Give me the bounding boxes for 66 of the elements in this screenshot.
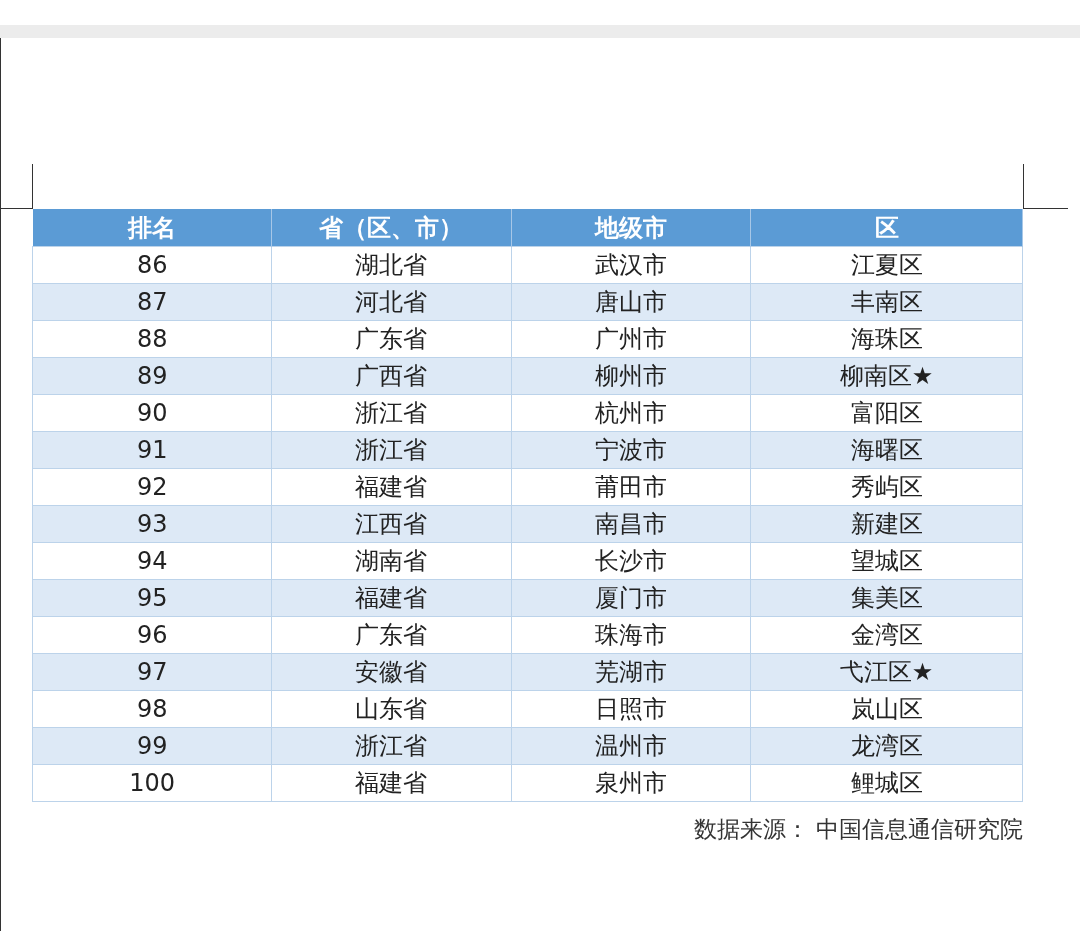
table-cell: 95 — [32, 579, 272, 617]
table-cell: 望城区 — [750, 542, 1023, 580]
table-cell: 柳州市 — [511, 357, 751, 395]
table-cell: 广州市 — [511, 320, 751, 358]
source-note: 数据来源： 中国信息通信研究院 — [693, 815, 1023, 844]
table-cell: 武汉市 — [511, 246, 751, 284]
table-cell: 91 — [32, 431, 272, 469]
table-cell: 泉州市 — [511, 764, 751, 802]
table-cell: 浙江省 — [271, 394, 512, 432]
column-header: 省（区、市） — [271, 209, 512, 247]
table-cell: 100 — [32, 764, 272, 802]
table-cell: 莆田市 — [511, 468, 751, 506]
table-cell: 海珠区 — [750, 320, 1023, 358]
table-cell: 山东省 — [271, 690, 512, 728]
table-cell: 富阳区 — [750, 394, 1023, 432]
table-cell: 94 — [32, 542, 272, 580]
table-cell: 河北省 — [271, 283, 512, 321]
table-cell: 浙江省 — [271, 431, 512, 469]
table-cell: 福建省 — [271, 764, 512, 802]
table-cell: 秀屿区 — [750, 468, 1023, 506]
table-cell: 日照市 — [511, 690, 751, 728]
table-cell: 福建省 — [271, 579, 512, 617]
table-cell: 柳南区★ — [750, 357, 1023, 395]
table-cell: 浙江省 — [271, 727, 512, 765]
table-cell: 86 — [32, 246, 272, 284]
table-cell: 长沙市 — [511, 542, 751, 580]
table-cell: 集美区 — [750, 579, 1023, 617]
table-cell: 89 — [32, 357, 272, 395]
table-cell: 宁波市 — [511, 431, 751, 469]
table-cell: 丰南区 — [750, 283, 1023, 321]
table-cell: 龙湾区 — [750, 727, 1023, 765]
table-cell: 98 — [32, 690, 272, 728]
table-cell: 珠海市 — [511, 616, 751, 654]
table-cell: 新建区 — [750, 505, 1023, 543]
table-cell: 99 — [32, 727, 272, 765]
table-cell: 97 — [32, 653, 272, 691]
table-cell: 芜湖市 — [511, 653, 751, 691]
table-cell: 广西省 — [271, 357, 512, 395]
table-cell: 湖南省 — [271, 542, 512, 580]
table-cell: 93 — [32, 505, 272, 543]
table-cell: 江夏区 — [750, 246, 1023, 284]
table-cell: 弋江区★ — [750, 653, 1023, 691]
table-cell: 96 — [32, 616, 272, 654]
table-cell: 87 — [32, 283, 272, 321]
table-cell: 88 — [32, 320, 272, 358]
table-cell: 海曙区 — [750, 431, 1023, 469]
table-cell: 湖北省 — [271, 246, 512, 284]
table-cell: 90 — [32, 394, 272, 432]
column-header: 地级市 — [511, 209, 751, 247]
table-cell: 杭州市 — [511, 394, 751, 432]
table-cell: 南昌市 — [511, 505, 751, 543]
table-cell: 江西省 — [271, 505, 512, 543]
table-cell: 唐山市 — [511, 283, 751, 321]
crop-mark — [1023, 164, 1068, 209]
table-cell: 鲤城区 — [750, 764, 1023, 802]
table-cell: 福建省 — [271, 468, 512, 506]
table-cell: 广东省 — [271, 320, 512, 358]
table-cell: 厦门市 — [511, 579, 751, 617]
column-header: 排名 — [32, 209, 272, 247]
table-cell: 安徽省 — [271, 653, 512, 691]
table-cell: 岚山区 — [750, 690, 1023, 728]
table-cell: 92 — [32, 468, 272, 506]
table-cell: 温州市 — [511, 727, 751, 765]
column-header: 区 — [750, 209, 1023, 247]
table-cell: 金湾区 — [750, 616, 1023, 654]
table-cell: 广东省 — [271, 616, 512, 654]
